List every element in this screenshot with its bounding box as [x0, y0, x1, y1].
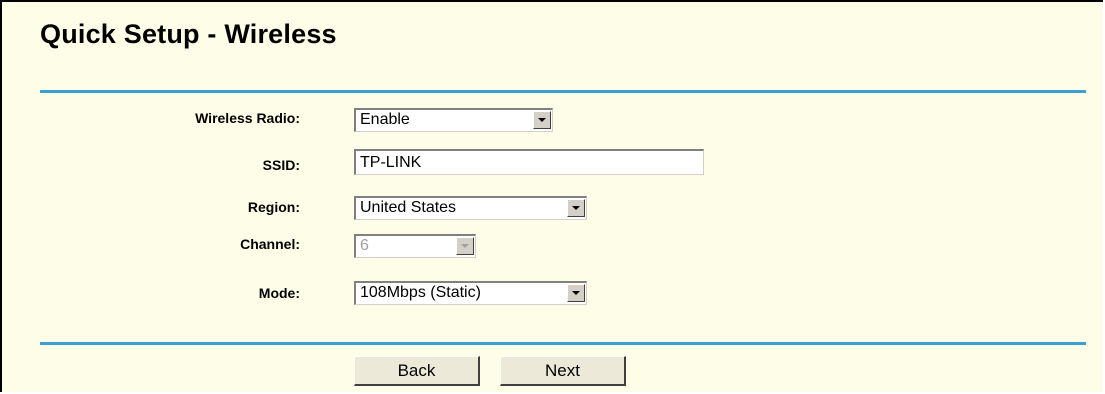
wireless-radio-select[interactable]: Enable [354, 108, 553, 132]
mode-label: Mode: [258, 285, 300, 301]
chevron-down-icon[interactable] [567, 199, 585, 217]
wireless-radio-label: Wireless Radio: [195, 110, 300, 126]
chevron-down-icon[interactable] [533, 111, 551, 129]
quick-setup-panel: Quick Setup - Wireless Wireless Radio: E… [0, 0, 1103, 392]
region-value: United States [360, 199, 457, 216]
page-title: Quick Setup - Wireless [40, 19, 337, 49]
chevron-down-icon [456, 237, 474, 255]
channel-label: Channel: [240, 236, 300, 252]
mode-select[interactable]: 108Mbps (Static) [354, 281, 587, 305]
ssid-input[interactable] [354, 149, 704, 175]
back-button[interactable]: Back [354, 356, 480, 386]
ssid-label: SSID: [262, 157, 300, 173]
region-select[interactable]: United States [354, 196, 587, 220]
bottom-divider [40, 342, 1086, 345]
region-label: Region: [247, 199, 300, 215]
next-button[interactable]: Next [500, 356, 626, 386]
chevron-down-icon[interactable] [567, 284, 585, 302]
top-divider [40, 90, 1086, 93]
wireless-radio-value: Enable [360, 111, 410, 128]
mode-value: 108Mbps (Static) [360, 284, 481, 301]
channel-select: 6 [354, 234, 476, 258]
channel-value: 6 [360, 237, 369, 254]
